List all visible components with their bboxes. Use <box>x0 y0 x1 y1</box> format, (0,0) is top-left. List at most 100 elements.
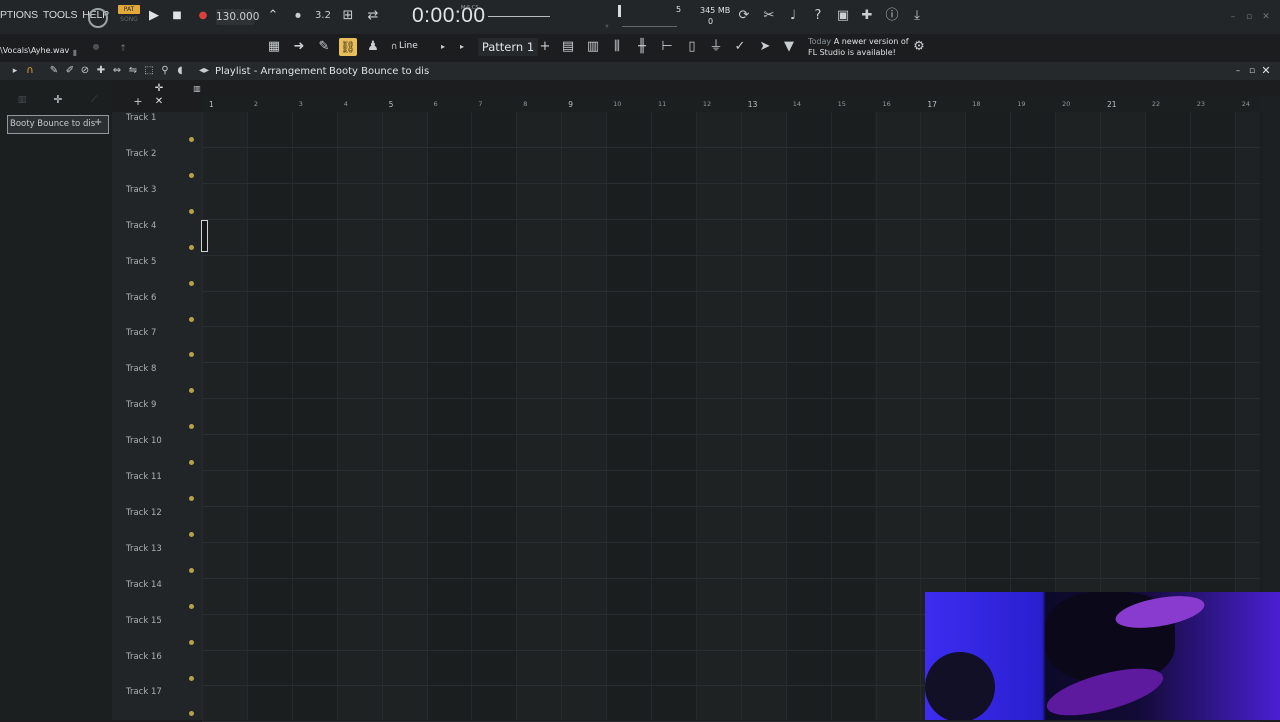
pencil-icon[interactable]: ✎ <box>315 38 333 56</box>
master-pitch-slider[interactable] <box>488 16 550 17</box>
track-label[interactable]: Track 15 <box>126 616 162 626</box>
track-label[interactable]: Track 1 <box>126 113 156 123</box>
mixer-faders-icon[interactable]: ╫ <box>633 38 651 56</box>
record-icon[interactable]: ● <box>194 7 212 25</box>
track-mute-led[interactable] <box>189 496 194 501</box>
snap-selector[interactable]: Line <box>399 41 418 51</box>
project-picker-icon[interactable]: ▯ <box>683 38 701 56</box>
track-label[interactable]: Track 10 <box>126 436 162 446</box>
bar-number[interactable]: 22 <box>1152 100 1160 108</box>
bar-number[interactable]: 20 <box>1062 100 1070 108</box>
stop-icon[interactable]: ■ <box>168 7 186 25</box>
track-label[interactable]: Track 11 <box>126 472 162 482</box>
send-icon[interactable]: ➤ <box>756 38 774 56</box>
bar-number[interactable]: 6 <box>434 100 438 108</box>
track-label[interactable]: Track 16 <box>126 652 162 662</box>
plugin-picker-icon[interactable]: ✚ <box>858 7 876 25</box>
undo-icon[interactable]: ⟳ <box>735 7 753 25</box>
mixer-icon[interactable]: ⫼ <box>608 38 626 56</box>
track-label[interactable]: Track 17 <box>126 687 162 697</box>
bar-number[interactable]: 7 <box>478 100 482 108</box>
bar-number[interactable]: 16 <box>883 100 891 108</box>
bar-number[interactable]: 14 <box>793 100 801 108</box>
pattern-selector[interactable]: Pattern 1 <box>478 38 538 56</box>
track-label[interactable]: Track 6 <box>126 293 156 303</box>
menu-options[interactable]: PTIONS <box>0 9 38 21</box>
track-label[interactable]: Track 12 <box>126 508 162 518</box>
bar-number[interactable]: 9 <box>568 100 573 109</box>
playlist-close-icon[interactable]: ✕ <box>1257 62 1275 80</box>
bar-number[interactable]: 17 <box>927 100 937 109</box>
track-label[interactable]: Track 7 <box>126 328 156 338</box>
play-icon[interactable]: ▶ <box>145 7 163 25</box>
playlist-pattern-arrow[interactable]: › <box>424 66 428 77</box>
add-pattern-icon[interactable]: + <box>536 38 554 56</box>
maximize-window-icon[interactable]: ▫ <box>1240 8 1258 26</box>
master-volume-bar[interactable] <box>618 5 621 17</box>
bar-number[interactable]: 13 <box>748 100 758 109</box>
track-mute-led[interactable] <box>189 675 194 681</box>
snap-dropdown-icon[interactable]: ▸ <box>434 38 452 56</box>
step-edit-icon[interactable]: ⊞ <box>339 7 357 25</box>
link-icon[interactable]: ⛓ <box>339 38 357 56</box>
browser-knob-icon[interactable]: ● <box>87 38 105 56</box>
wait-input-icon[interactable]: ⏺ <box>289 7 307 25</box>
track-label[interactable]: Track 4 <box>126 221 156 231</box>
help-icon[interactable]: ? <box>809 7 827 25</box>
browser-tree-icon[interactable]: ⊢ <box>658 38 676 56</box>
microphone-icon[interactable]: ♩ <box>784 7 802 25</box>
bar-number[interactable]: 2 <box>254 100 258 108</box>
bar-number[interactable]: 18 <box>972 100 980 108</box>
track-mute-led[interactable] <box>189 172 194 178</box>
track-label[interactable]: Track 13 <box>126 544 162 554</box>
track-mute-led[interactable] <box>189 639 194 645</box>
tempo-display[interactable]: 130.000 <box>216 9 259 25</box>
bar-number[interactable]: 24 <box>1242 100 1250 108</box>
sample-preview-icon[interactable]: ▮ <box>66 44 84 62</box>
track-resize-icon[interactable]: ✛ <box>150 80 168 98</box>
browser-list-icon[interactable]: ▥ <box>13 91 31 109</box>
piano-roll-icon[interactable]: ▦ <box>265 38 283 56</box>
channel-rack-icon[interactable]: ▥ <box>584 38 602 56</box>
info-icon[interactable]: ⓘ <box>883 7 901 25</box>
menu-tools[interactable]: TOOLS <box>43 9 78 21</box>
touch-keyboard-icon[interactable]: ✓ <box>731 38 749 56</box>
add-track-icon[interactable]: + <box>129 93 147 111</box>
track-mute-led[interactable] <box>189 208 194 214</box>
browser-expand-icon[interactable]: ✛ <box>49 91 67 109</box>
arrow-right-icon[interactable]: ➜ <box>290 38 308 56</box>
track-label[interactable]: Track 9 <box>126 400 156 410</box>
playlist-current-pattern[interactable]: Booty Bounce to dis <box>329 66 429 77</box>
countdown-icon[interactable]: 3.2 <box>314 7 332 25</box>
playlist-scroll-arrows-icon[interactable]: ◂▸ <box>195 62 213 80</box>
stamp-icon[interactable]: ♟ <box>364 38 382 56</box>
pattern-clip-add-icon[interactable]: + <box>94 117 102 128</box>
track-mute-led[interactable] <box>189 531 194 537</box>
bar-number[interactable]: 10 <box>613 100 621 108</box>
bar-number[interactable]: 11 <box>658 100 666 108</box>
save-icon[interactable]: ▣ <box>834 7 852 25</box>
close-window-icon[interactable]: ✕ <box>1257 8 1275 26</box>
playlist-playback-icon[interactable]: ◖ <box>171 62 189 80</box>
metronome-icon[interactable]: ⌃ <box>264 7 282 25</box>
download-icon[interactable]: ⤓ <box>908 7 926 25</box>
track-mute-led[interactable] <box>189 567 194 573</box>
bar-number[interactable]: 5 <box>389 100 394 109</box>
track-label[interactable]: Track 2 <box>126 149 156 159</box>
playlist-magnet-icon[interactable]: ∩ <box>21 62 39 80</box>
browser-pin-icon[interactable]: ↑ <box>114 40 132 58</box>
track-label[interactable]: Track 14 <box>126 580 162 590</box>
timeline-ruler[interactable] <box>202 96 1262 112</box>
track-mute-led[interactable] <box>189 137 194 142</box>
browser-edit-icon[interactable]: ⟋ <box>85 91 103 109</box>
news-panel[interactable]: Today A newer version of FL Studio is av… <box>808 36 918 58</box>
playlist-icon[interactable]: ▤ <box>559 38 577 56</box>
track-mute-led[interactable] <box>189 244 194 250</box>
bar-number[interactable]: 19 <box>1017 100 1025 108</box>
track-mute-led[interactable] <box>189 603 194 609</box>
bar-number[interactable]: 3 <box>299 100 303 108</box>
track-label[interactable]: Track 3 <box>126 185 156 195</box>
plugin-icon[interactable]: ⏚ <box>707 38 725 56</box>
shop-icon[interactable]: ▼ <box>780 38 798 56</box>
playhead-marker[interactable] <box>201 220 208 252</box>
